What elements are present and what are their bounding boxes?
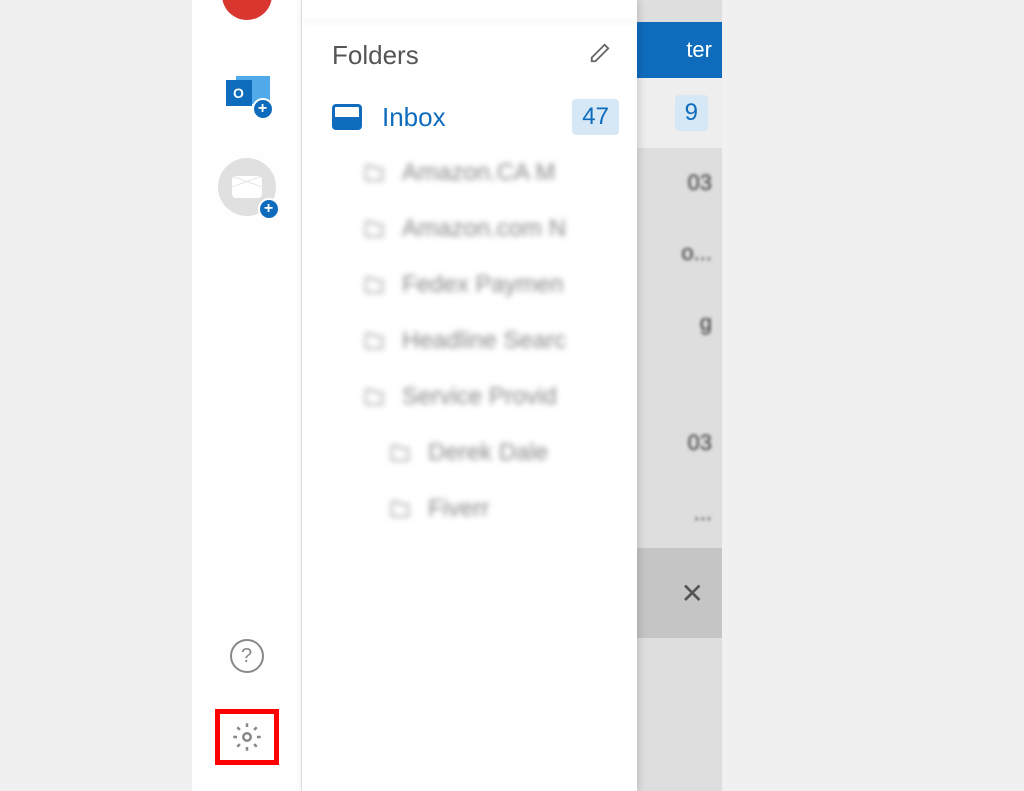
subfolder-label: Service Provid [402, 383, 557, 411]
bg-snippet: g [636, 288, 722, 358]
folder-panel: Folders Inbox 47 Amazon.CA M Amazon.com … [302, 0, 637, 791]
subfolder-item[interactable]: Amazon.CA M [302, 145, 637, 201]
subfolder-label: Amazon.CA M [402, 159, 555, 187]
folder-icon [360, 162, 388, 184]
inbox-folder[interactable]: Inbox 47 [302, 89, 637, 145]
avatar[interactable] [222, 0, 272, 20]
settings-button[interactable] [232, 722, 262, 752]
plus-icon: + [258, 198, 280, 220]
outlook-account-button[interactable]: O + [224, 70, 270, 116]
app-rail: O + + ? [192, 0, 302, 791]
folder-icon [360, 218, 388, 240]
subfolder-item[interactable]: Headline Searc [302, 313, 637, 369]
nested-folder-item[interactable]: Derek Dale [302, 425, 637, 481]
folder-icon [360, 386, 388, 408]
subfolder-item[interactable]: Amazon.com N [302, 201, 637, 257]
bg-snippet: ... [636, 478, 722, 548]
subfolder-label: Fedex Paymen [402, 271, 563, 299]
subfolder-label: Headline Searc [402, 327, 566, 355]
inbox-icon [332, 104, 362, 130]
nested-folder-label: Derek Dale [428, 439, 548, 467]
folders-heading: Folders [332, 40, 419, 71]
mail-icon [232, 176, 262, 198]
message-list-background: ter 9 03 o... g 03 ... ✕ [636, 0, 722, 791]
help-button[interactable]: ? [230, 639, 264, 673]
bg-snippet: o... [636, 218, 722, 288]
bg-snippet: 03 [636, 408, 722, 478]
nested-folder-item[interactable]: Fiverr [302, 481, 637, 537]
inbox-count-badge: 47 [572, 99, 619, 135]
bg-snippet: 03 [636, 148, 722, 218]
bg-header-partial: ter [636, 22, 722, 78]
folder-icon [360, 274, 388, 296]
nested-folder-label: Fiverr [428, 495, 489, 523]
inbox-label: Inbox [382, 102, 552, 133]
close-icon[interactable]: ✕ [636, 548, 722, 638]
edit-folders-button[interactable] [589, 42, 611, 70]
folder-icon [386, 442, 414, 464]
subfolder-item[interactable]: Service Provid [302, 369, 637, 425]
subfolder-label: Amazon.com N [402, 215, 566, 243]
folder-icon [360, 330, 388, 352]
plus-icon: + [252, 98, 274, 120]
bg-badge-row: 9 [636, 78, 722, 148]
settings-highlight [215, 709, 279, 765]
bg-count-badge: 9 [675, 95, 708, 131]
bg-snippet [636, 358, 722, 408]
folder-icon [386, 498, 414, 520]
subfolder-item[interactable]: Fedex Paymen [302, 257, 637, 313]
account-email-partial [302, 0, 637, 22]
add-mail-account-button[interactable]: + [218, 158, 276, 216]
